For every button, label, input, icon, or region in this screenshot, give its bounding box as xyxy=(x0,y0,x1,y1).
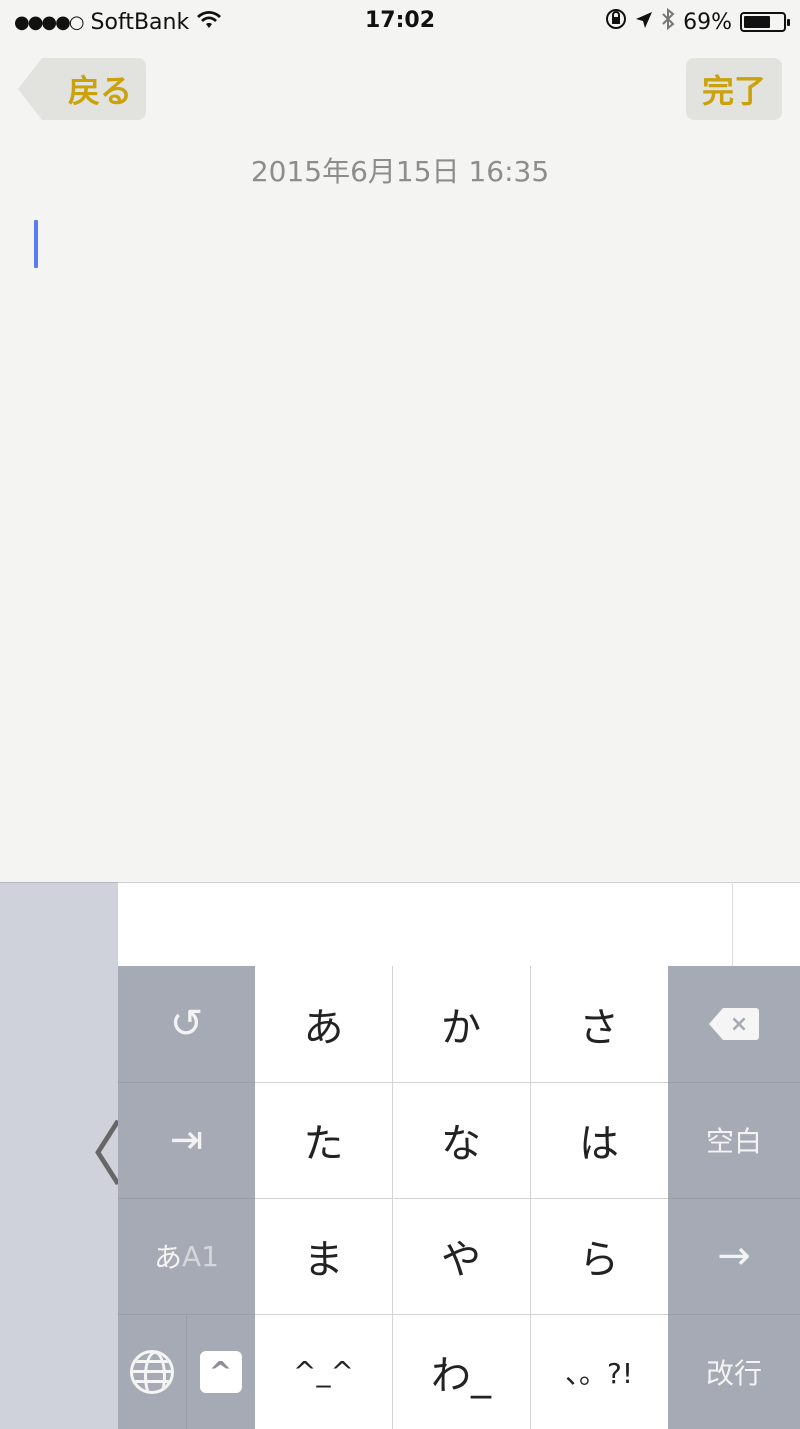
kana-key-wa[interactable]: わ_ xyxy=(392,1314,530,1429)
kana-key-ka[interactable]: か xyxy=(392,966,530,1082)
globe-key[interactable] xyxy=(118,1314,186,1429)
keyboard-collapse-button[interactable]: 〈 xyxy=(54,1115,124,1195)
kana-key-ha[interactable]: は xyxy=(530,1082,668,1198)
text-cursor xyxy=(34,220,38,268)
grid-divider xyxy=(668,1198,800,1199)
note-text-area[interactable] xyxy=(0,200,800,880)
back-button[interactable]: 戻る xyxy=(18,58,146,120)
space-key[interactable]: 空白 xyxy=(668,1082,800,1198)
switch-icon: ⇥ xyxy=(169,1117,204,1163)
caret-icon: ^ xyxy=(199,1350,242,1393)
note-date: 2015年6月15日 16:35 xyxy=(250,155,550,188)
kana-key-na[interactable]: な xyxy=(392,1082,530,1198)
emoticon-key[interactable]: ^_^ xyxy=(255,1314,392,1429)
kana-key-ya[interactable]: や xyxy=(392,1198,530,1314)
grid-divider xyxy=(255,1082,668,1083)
punctuation-key[interactable]: 、。?! xyxy=(530,1314,668,1429)
caret-key[interactable]: ^ xyxy=(186,1314,255,1429)
grid-divider xyxy=(668,1082,800,1083)
candidate-bar xyxy=(118,882,800,966)
nav-bar: 戻る 完了 xyxy=(0,52,800,126)
kana-key-ra[interactable]: ら xyxy=(530,1198,668,1314)
grid-divider xyxy=(255,1314,668,1315)
globe-icon xyxy=(130,1349,174,1394)
delete-icon: × xyxy=(709,1008,759,1040)
mode-label-primary: あ xyxy=(154,1241,183,1274)
undo-icon: ↺ xyxy=(169,1001,204,1047)
arrow-right-key[interactable]: → xyxy=(668,1198,800,1314)
keyboard-left-panel: 〈 xyxy=(0,882,124,1429)
status-time: 17:02 xyxy=(364,8,436,33)
grid-divider xyxy=(118,1082,255,1083)
grid-divider xyxy=(668,1314,800,1315)
kana-key-ma[interactable]: ま xyxy=(255,1198,392,1314)
kana-key-sa[interactable]: さ xyxy=(530,966,668,1082)
grid-divider xyxy=(255,1198,668,1199)
input-mode-key[interactable]: あ A1 xyxy=(118,1198,255,1314)
return-key[interactable]: 改行 xyxy=(668,1314,800,1429)
cursor-move-key[interactable]: ⇥ xyxy=(118,1082,255,1198)
candidate-divider xyxy=(732,882,733,966)
grid-divider xyxy=(186,1314,187,1429)
delete-key[interactable]: × xyxy=(668,966,800,1082)
undo-key[interactable]: ↺ xyxy=(118,966,255,1082)
mode-label-secondary: A1 xyxy=(182,1239,219,1273)
kana-key-a[interactable]: あ xyxy=(255,966,392,1082)
grid-divider xyxy=(118,1198,255,1199)
kana-key-ta[interactable]: た xyxy=(255,1082,392,1198)
done-button[interactable]: 完了 xyxy=(686,58,782,120)
keyboard: 〈 ↺ ⇥ あ A1 ^ あ か さ た な は ま や ら ^_^ わ_ 、。?… xyxy=(0,882,800,1429)
